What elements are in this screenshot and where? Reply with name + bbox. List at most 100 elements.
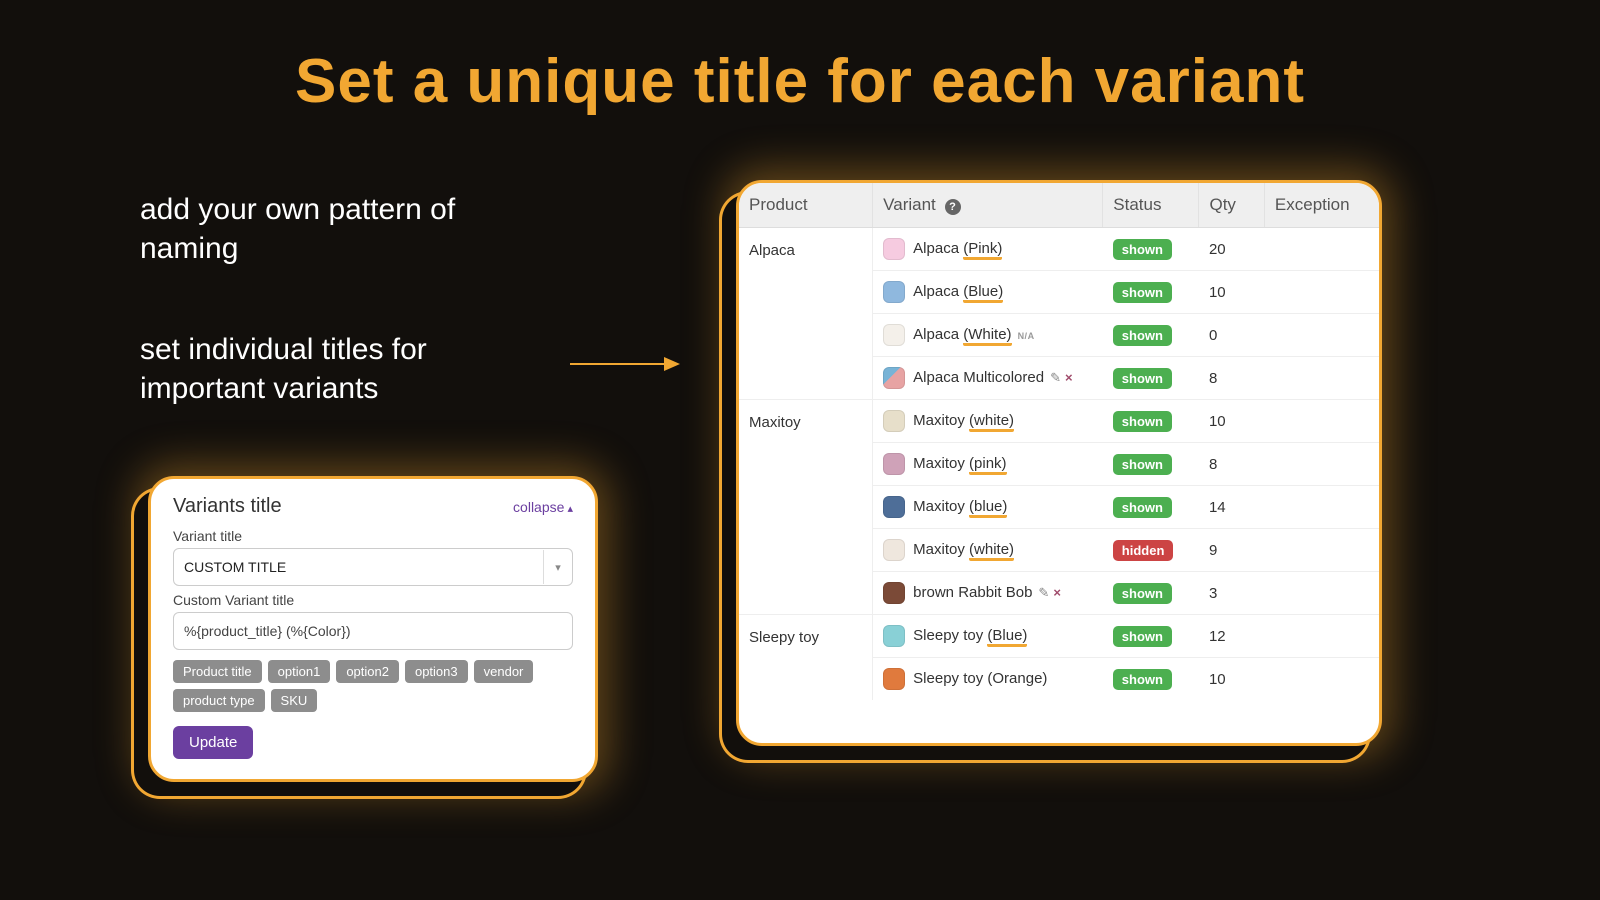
- update-button[interactable]: Update: [173, 726, 253, 759]
- exception-cell: [1264, 486, 1379, 529]
- variant-cell: Alpaca (Pink): [873, 228, 1103, 271]
- qty-cell: 10: [1199, 400, 1264, 443]
- variant-cell: Alpaca (Blue): [873, 271, 1103, 314]
- status-badge: shown: [1113, 411, 1172, 432]
- col-exception: Exception: [1264, 183, 1379, 228]
- variant-title-label: Variant title: [173, 528, 573, 544]
- status-badge: hidden: [1113, 540, 1174, 561]
- status-cell: shown: [1103, 314, 1199, 357]
- qty-cell: 10: [1199, 271, 1264, 314]
- product-thumb-icon: [883, 668, 905, 690]
- product-name: Alpaca: [739, 228, 873, 400]
- page-title: Set a unique title for each variant: [0, 46, 1600, 117]
- variants-title-card: Variants title collapse Variant title CU…: [148, 476, 598, 782]
- token-chip[interactable]: option3: [405, 660, 468, 683]
- token-chip[interactable]: Product title: [173, 660, 262, 683]
- variant-cell: Maxitoy (white): [873, 400, 1103, 443]
- na-badge: N/A: [1018, 331, 1035, 341]
- card-title: Variants title: [173, 495, 282, 518]
- edit-icon[interactable]: ✎: [1050, 370, 1061, 385]
- delete-icon[interactable]: ×: [1053, 585, 1061, 600]
- input-value: %{product_title} (%{Color}): [184, 623, 351, 639]
- col-variant: Variant ?: [873, 183, 1103, 228]
- variant-cell: Maxitoy (white): [873, 529, 1103, 572]
- status-cell: shown: [1103, 572, 1199, 615]
- qty-cell: 9: [1199, 529, 1264, 572]
- status-badge: shown: [1113, 282, 1172, 303]
- token-chip[interactable]: vendor: [474, 660, 534, 683]
- variants-table: Product Variant ? Status Qty Exception A…: [739, 183, 1379, 700]
- token-chips: Product title option1option2 option3 vendor…: [173, 660, 573, 712]
- variant-cell: Sleepy toy (Blue): [873, 615, 1103, 658]
- table-row: MaxitoyMaxitoy (white)shown10: [739, 400, 1379, 443]
- product-thumb-icon: [883, 539, 905, 561]
- status-badge: shown: [1113, 325, 1172, 346]
- product-thumb-icon: [883, 453, 905, 475]
- col-qty: Qty: [1199, 183, 1264, 228]
- exception-cell: [1264, 357, 1379, 400]
- qty-cell: 0: [1199, 314, 1264, 357]
- help-icon[interactable]: ?: [945, 199, 961, 215]
- custom-title-label: Custom Variant title: [173, 592, 573, 608]
- variant-cell: Alpaca Multicolored✎×: [873, 357, 1103, 400]
- status-badge: shown: [1113, 454, 1172, 475]
- table-row: AlpacaAlpaca (Pink)shown20: [739, 228, 1379, 271]
- status-cell: shown: [1103, 658, 1199, 701]
- status-cell: shown: [1103, 443, 1199, 486]
- delete-icon[interactable]: ×: [1065, 370, 1073, 385]
- exception-cell: [1264, 228, 1379, 271]
- status-cell: shown: [1103, 400, 1199, 443]
- status-cell: shown: [1103, 615, 1199, 658]
- status-badge: shown: [1113, 669, 1172, 690]
- exception-cell: [1264, 615, 1379, 658]
- custom-title-input[interactable]: %{product_title} (%{Color}): [173, 612, 573, 650]
- token-chip[interactable]: SKU: [271, 689, 318, 712]
- product-thumb-icon: [883, 324, 905, 346]
- token-chip[interactable]: product type: [173, 689, 265, 712]
- qty-cell: 20: [1199, 228, 1264, 271]
- variant-title-select[interactable]: CUSTOM TITLE ▾: [173, 548, 573, 586]
- select-value: CUSTOM TITLE: [184, 559, 286, 575]
- product-thumb-icon: [883, 582, 905, 604]
- variant-cell: Alpaca (White)N/A: [873, 314, 1103, 357]
- exception-cell: [1264, 658, 1379, 701]
- variant-cell: Sleepy toy (Orange): [873, 658, 1103, 701]
- variant-cell: Maxitoy (pink): [873, 443, 1103, 486]
- product-thumb-icon: [883, 281, 905, 303]
- status-badge: shown: [1113, 626, 1172, 647]
- edit-icon[interactable]: ✎: [1038, 585, 1049, 600]
- status-cell: shown: [1103, 228, 1199, 271]
- col-status: Status: [1103, 183, 1199, 228]
- exception-cell: [1264, 529, 1379, 572]
- token-chip[interactable]: option1: [268, 660, 331, 683]
- product-thumb-icon: [883, 625, 905, 647]
- qty-cell: 8: [1199, 357, 1264, 400]
- status-cell: shown: [1103, 486, 1199, 529]
- product-thumb-icon: [883, 410, 905, 432]
- col-product: Product: [739, 183, 873, 228]
- chevron-down-icon: ▾: [543, 550, 572, 584]
- arrow-icon: [570, 352, 680, 376]
- status-badge: shown: [1113, 368, 1172, 389]
- exception-cell: [1264, 443, 1379, 486]
- product-thumb-icon: [883, 496, 905, 518]
- exception-cell: [1264, 271, 1379, 314]
- token-chip[interactable]: option2: [336, 660, 399, 683]
- exception-cell: [1264, 314, 1379, 357]
- variant-cell: brown Rabbit Bob✎×: [873, 572, 1103, 615]
- variant-cell: Maxitoy (blue): [873, 486, 1103, 529]
- variants-table-card: Product Variant ? Status Qty Exception A…: [736, 180, 1382, 746]
- qty-cell: 8: [1199, 443, 1264, 486]
- qty-cell: 3: [1199, 572, 1264, 615]
- status-cell: shown: [1103, 357, 1199, 400]
- status-badge: shown: [1113, 239, 1172, 260]
- product-name: Maxitoy: [739, 400, 873, 615]
- status-cell: shown: [1103, 271, 1199, 314]
- status-badge: shown: [1113, 497, 1172, 518]
- exception-cell: [1264, 572, 1379, 615]
- subtitle-1: add your own pattern of naming: [140, 190, 560, 268]
- subtitle-2: set individual titles for important vari…: [140, 330, 560, 408]
- collapse-link[interactable]: collapse: [513, 499, 573, 515]
- qty-cell: 12: [1199, 615, 1264, 658]
- product-thumb-icon: [883, 238, 905, 260]
